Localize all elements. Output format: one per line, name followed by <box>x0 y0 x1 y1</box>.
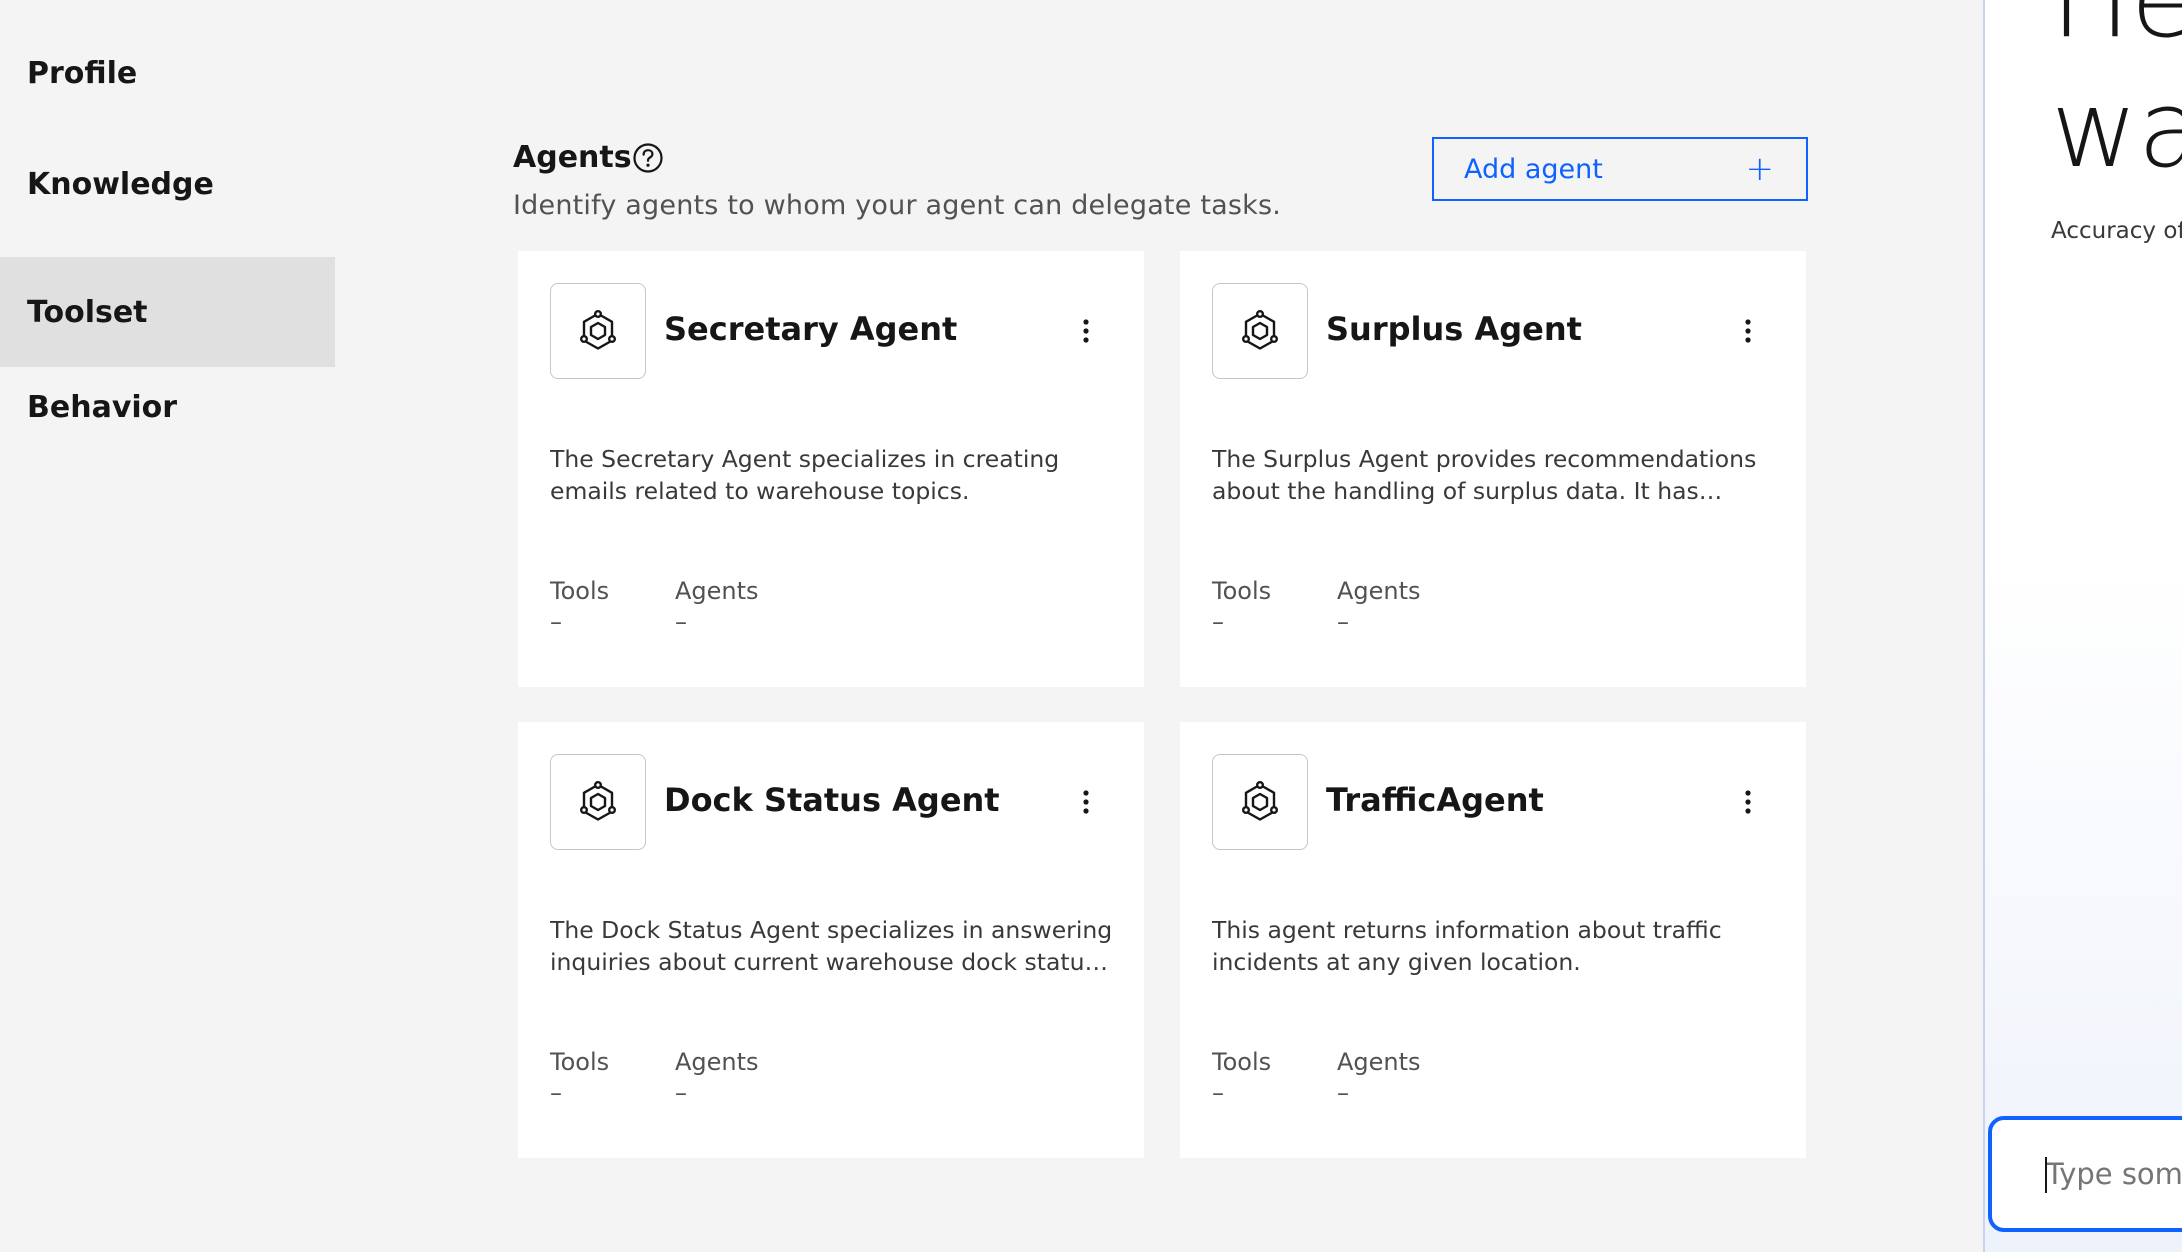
tools-label: Tools <box>1212 577 1272 605</box>
overflow-menu-icon[interactable] <box>1728 782 1768 822</box>
tools-value: – <box>1212 608 1224 636</box>
agents-section-title: Agents <box>513 140 632 175</box>
agent-card[interactable]: Secretary Agent The Secretary Agent spec… <box>518 251 1144 687</box>
sidebar-item-toolset[interactable]: Toolset <box>0 257 335 367</box>
sidebar: Profile Knowledge Toolset Behavior <box>0 0 335 1252</box>
agent-card-description: The Dock Status Agent specializes in ans… <box>550 916 1113 976</box>
tools-value: – <box>550 608 562 636</box>
agents-value: – <box>675 608 687 636</box>
sidebar-item-label: Profile <box>27 55 138 91</box>
agents-value: – <box>1337 1079 1349 1107</box>
sidebar-item-label: Toolset <box>27 294 148 330</box>
agents-value: – <box>675 1079 687 1107</box>
sidebar-item-knowledge[interactable]: Knowledge <box>0 129 335 239</box>
chat-preview-panel: He wa Accuracy of <box>1983 0 2182 1252</box>
agent-card[interactable]: Surplus Agent The Surplus Agent provides… <box>1180 251 1806 687</box>
agent-card-description: The Surplus Agent provides recommendatio… <box>1212 445 1757 505</box>
overflow-menu-icon[interactable] <box>1066 782 1106 822</box>
tools-value: – <box>550 1079 562 1107</box>
accuracy-disclaimer: Accuracy of <box>2051 218 2182 244</box>
help-circle-icon[interactable] <box>631 141 665 175</box>
agent-card-description: This agent returns information about tra… <box>1212 916 1722 976</box>
tools-label: Tools <box>1212 1048 1272 1076</box>
plus-icon: + <box>1745 149 1775 189</box>
agents-label: Agents <box>675 577 759 605</box>
agents-label: Agents <box>675 1048 759 1076</box>
agents-label: Agents <box>1337 577 1421 605</box>
chat-welcome-heading: He <box>2051 0 2182 61</box>
sidebar-item-label: Knowledge <box>27 166 214 202</box>
agents-value: – <box>1337 608 1349 636</box>
add-agent-button-label: Add agent <box>1464 153 1603 185</box>
agent-card-title: Secretary Agent <box>664 310 958 348</box>
tools-label: Tools <box>550 1048 610 1076</box>
agents-section-subtitle: Identify agents to whom your agent can d… <box>513 190 1281 221</box>
overflow-menu-icon[interactable] <box>1728 311 1768 351</box>
agent-card[interactable]: TrafficAgent This agent returns informat… <box>1180 722 1806 1158</box>
sidebar-item-behavior[interactable]: Behavior <box>0 352 335 462</box>
add-agent-button[interactable]: Add agent + <box>1432 137 1808 201</box>
text-cursor <box>2045 1157 2047 1193</box>
tools-label: Tools <box>550 577 610 605</box>
agent-card-description: The Secretary Agent specializes in creat… <box>550 445 1060 505</box>
agent-card-title: Surplus Agent <box>1326 310 1582 348</box>
agent-card-title: TrafficAgent <box>1326 781 1544 819</box>
sidebar-item-profile[interactable]: Profile <box>0 18 335 128</box>
tools-value: – <box>1212 1079 1224 1107</box>
agent-card[interactable]: Dock Status Agent The Dock Status Agent … <box>518 722 1144 1158</box>
agents-label: Agents <box>1337 1048 1421 1076</box>
sidebar-item-label: Behavior <box>27 389 178 425</box>
chat-message-input[interactable] <box>1988 1116 2182 1232</box>
agent-card-title: Dock Status Agent <box>664 781 1000 819</box>
agent-hexagon-icon <box>1212 754 1308 850</box>
agent-hexagon-icon <box>550 754 646 850</box>
chat-welcome-heading: wa <box>2051 68 2182 191</box>
agent-hexagon-icon <box>1212 283 1308 379</box>
overflow-menu-icon[interactable] <box>1066 311 1106 351</box>
agent-hexagon-icon <box>550 283 646 379</box>
